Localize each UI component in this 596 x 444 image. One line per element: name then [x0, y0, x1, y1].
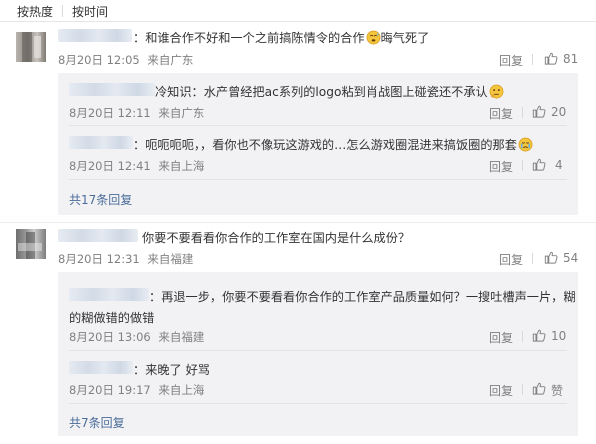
sort-bar: 按热度 按时间 [0, 0, 596, 22]
comment-time: 8月20日 12:05 [58, 53, 140, 67]
action-divider [522, 107, 523, 118]
reply-divider [69, 179, 567, 180]
thumbs-up-icon[interactable] [532, 157, 546, 171]
thumbs-up-icon[interactable] [544, 51, 558, 65]
reply-meta: 8月20日 12:41 来自上海 [69, 158, 204, 174]
like-count: 10 [551, 329, 567, 343]
reply-meta: 8月20日 12:11 来自广东 [69, 105, 204, 121]
thumbs-up-icon[interactable] [532, 328, 546, 342]
reply-text: ：呃呃呃呃，，看你也不像玩这游戏的…怎么游戏圈混进来搞饭圈的那套 [133, 135, 533, 153]
crying-emoji-icon [518, 137, 533, 152]
comment-divider [0, 222, 596, 223]
comment-location: 来自福建 [147, 252, 194, 266]
thinking-emoji-icon [489, 84, 504, 99]
avatar[interactable] [16, 229, 46, 259]
reply-button[interactable]: 回复 [489, 105, 513, 122]
sort-divider [62, 5, 63, 17]
reply-button[interactable]: 回复 [499, 52, 523, 69]
sort-by-hot-tab[interactable]: 按热度 [17, 3, 53, 20]
thumbs-up-icon[interactable] [532, 381, 546, 395]
reply-thread: 冷知识：水产曾经把ac系列的logo粘到肖战图上碰瓷还不承认 8月20日 12:… [58, 73, 578, 215]
more-replies-link[interactable]: 共17条回复 [69, 191, 132, 208]
action-divider [532, 253, 533, 264]
thumbs-up-icon[interactable] [544, 250, 558, 264]
username-blurred[interactable] [58, 29, 132, 42]
comment-text: ：和谁合作不好和一个之前搞陈情令的合作 晦气死了 [133, 30, 430, 45]
reply-divider [69, 403, 567, 404]
reply-button[interactable]: 回复 [489, 158, 513, 175]
comment-text: 你要不要看看你合作的工作室在国内是什么成份？ [142, 231, 411, 245]
reply-time: 8月20日 12:41 [69, 159, 151, 173]
reply-time: 8月20日 13:06 [69, 330, 151, 344]
reply-text-continued: 的糊做错的做错 [69, 311, 155, 325]
action-divider [522, 160, 523, 171]
reply-text: ：来晚了 好骂 [133, 363, 210, 377]
reply-time: 8月20日 12:11 [69, 106, 151, 120]
comment-meta: 8月20日 12:31 来自福建 [58, 251, 193, 267]
more-replies-link[interactable]: 共7条回复 [69, 414, 125, 431]
thumbs-up-icon[interactable] [532, 104, 546, 118]
reply-thread: ：再退一步，你要不要看看你合作的工作室产品质量如何？一搜吐槽声一片，糊 的糊做错… [58, 272, 578, 436]
comment-time: 8月20日 12:31 [58, 252, 140, 266]
like-label[interactable]: 赞 [551, 382, 563, 399]
reply-username-blurred[interactable] [69, 361, 133, 374]
reply-username-blurred[interactable] [69, 83, 155, 96]
reply-button[interactable]: 回复 [489, 382, 513, 399]
reply-meta: 8月20日 13:06 来自福建 [69, 329, 204, 345]
action-divider [522, 384, 523, 395]
reply-text: 冷知识：水产曾经把ac系列的logo粘到肖战图上碰瓷还不承认 [155, 82, 504, 100]
username-blurred[interactable] [58, 229, 138, 242]
like-count: 20 [551, 105, 567, 119]
like-count: 4 [555, 158, 563, 172]
reply-divider [69, 125, 567, 126]
reply-time: 8月20日 19:17 [69, 383, 151, 397]
reply-location: 来自上海 [158, 383, 205, 397]
reply-meta: 8月20日 19:17 来自上海 [69, 382, 204, 398]
reply-location: 来自广东 [158, 106, 205, 120]
comment-location: 来自广东 [147, 53, 194, 67]
sort-by-time-tab[interactable]: 按时间 [72, 3, 108, 20]
reply-button[interactable]: 回复 [499, 251, 523, 268]
like-count: 54 [563, 251, 579, 265]
sweat-emoji-icon [366, 30, 380, 45]
action-divider [532, 54, 533, 65]
reply-button[interactable]: 回复 [489, 329, 513, 346]
action-divider [522, 331, 523, 342]
avatar[interactable] [16, 32, 46, 62]
reply-username-blurred[interactable] [69, 288, 149, 301]
reply-divider [69, 350, 567, 351]
like-count: 81 [563, 52, 579, 66]
reply-location: 来自福建 [158, 330, 205, 344]
reply-username-blurred[interactable] [69, 136, 133, 149]
comment-meta: 8月20日 12:05 来自广东 [58, 52, 193, 68]
reply-location: 来自上海 [158, 159, 205, 173]
reply-text: ：再退一步，你要不要看看你合作的工作室产品质量如何？一搜吐槽声一片，糊 [149, 290, 576, 304]
